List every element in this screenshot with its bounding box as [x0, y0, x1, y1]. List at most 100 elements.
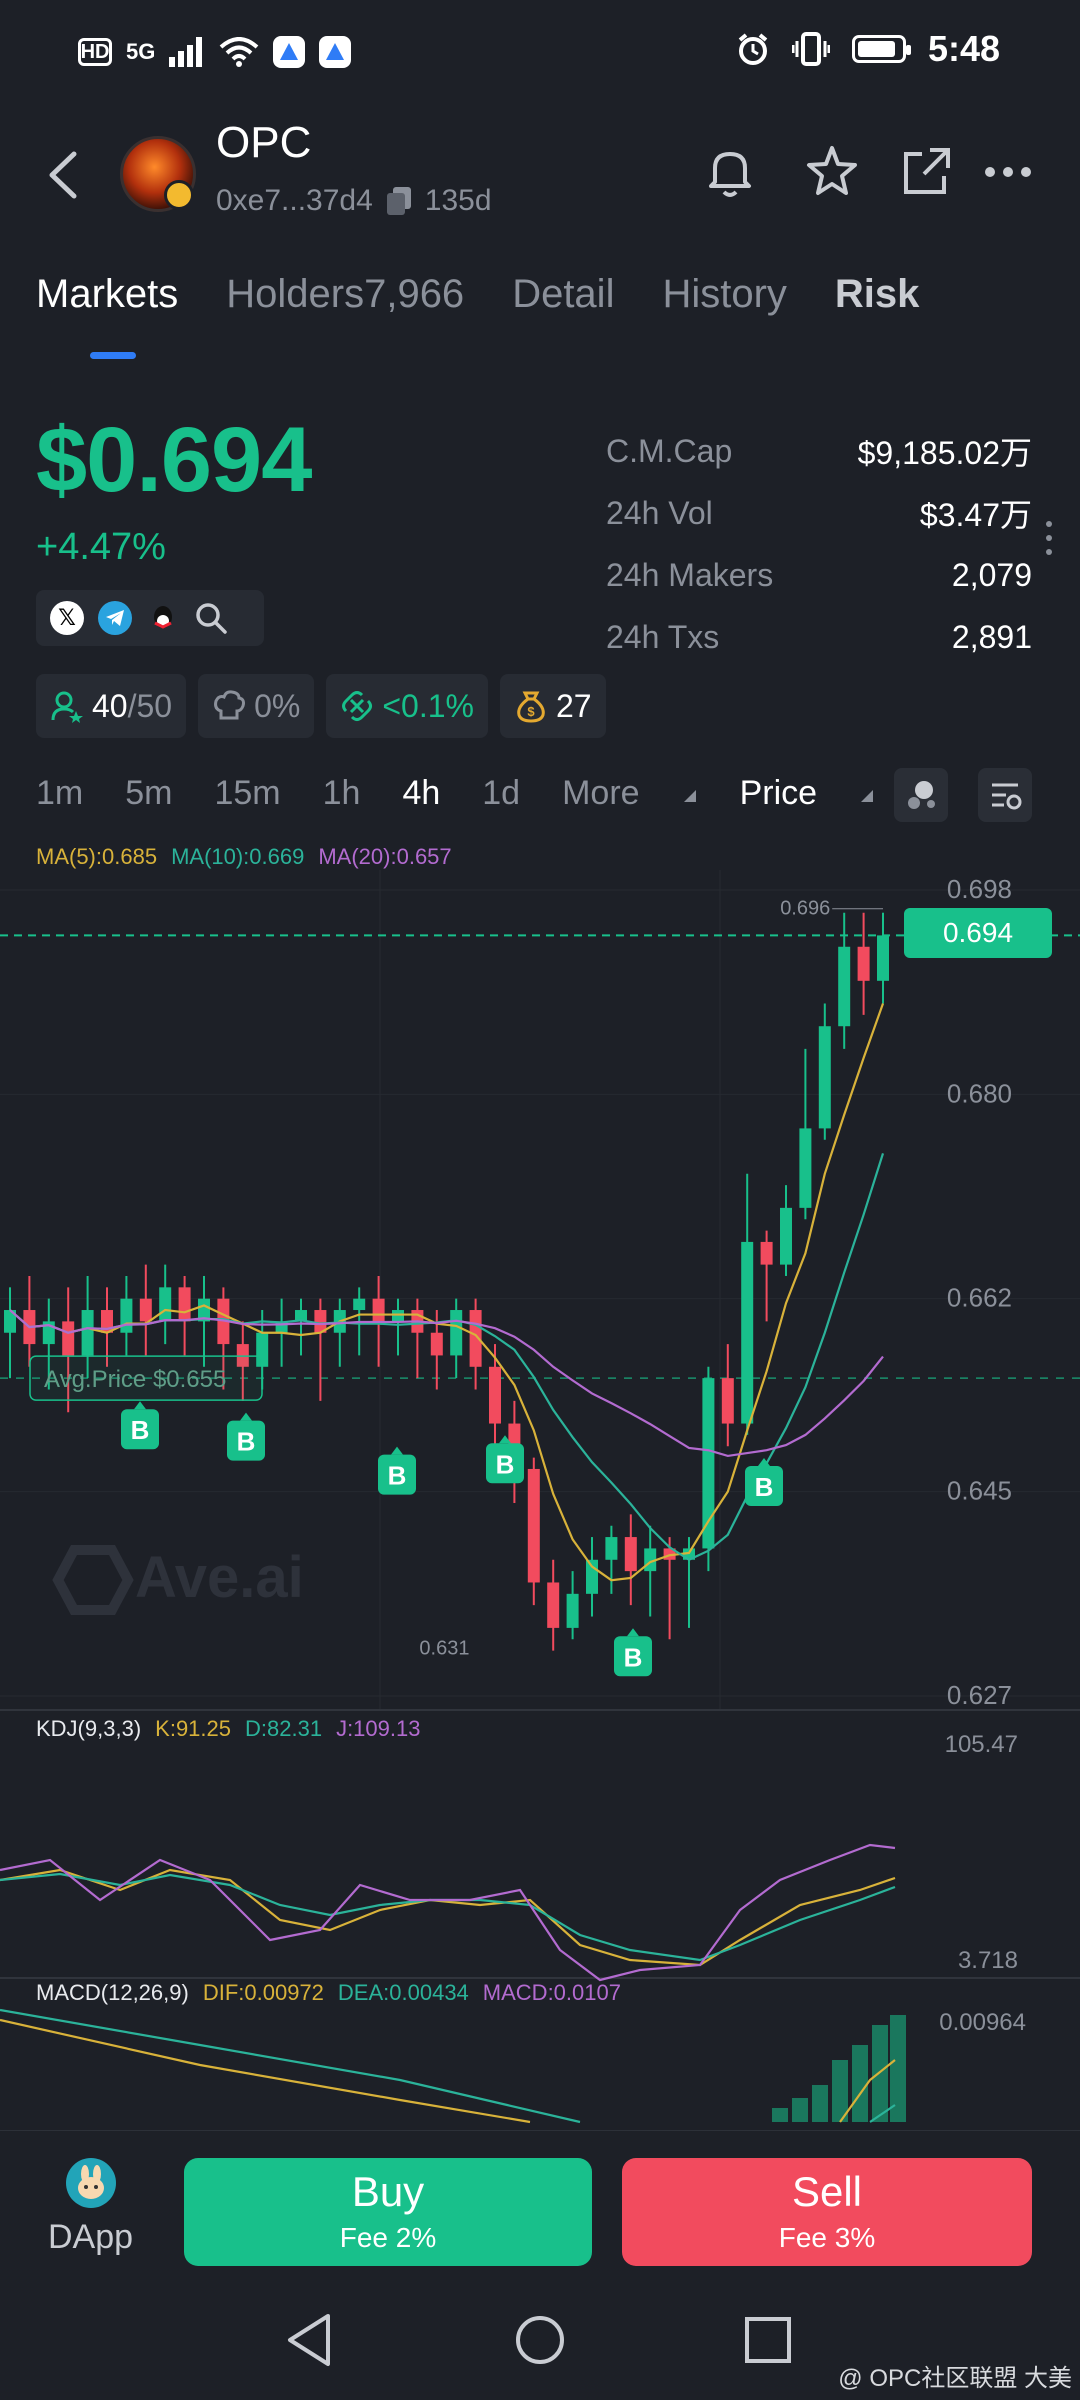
timeframe-selector: 1m 5m 15m 1h 4h 1d More Price	[36, 774, 917, 813]
nav-back-icon[interactable]	[284, 2312, 334, 2368]
indicator-tool-button[interactable]	[894, 768, 948, 822]
buy-marker-text: B	[131, 1415, 150, 1445]
price-tick-label: 0.662	[947, 1283, 1012, 1313]
buy-marker: B	[614, 1628, 652, 1677]
stat-24h-makers: 24h Makers 2,079	[606, 556, 1032, 593]
insiders-badge[interactable]: $ 27	[499, 674, 606, 738]
chart-watermark: Ave.ai	[52, 1545, 304, 1615]
kdj-tick-label: 105.47	[945, 1731, 1018, 1758]
link-chain-icon	[342, 691, 373, 721]
tf-more-dropdown[interactable]: More	[562, 774, 697, 813]
kdj-d-line	[0, 1872, 896, 1962]
candle-body	[857, 946, 870, 981]
nav-home-icon[interactable]	[514, 2314, 566, 2366]
candle-body	[120, 1298, 133, 1333]
signal-icon	[169, 37, 203, 67]
vibrate-icon	[791, 32, 830, 66]
holders-ratio-badge[interactable]: 40/50	[36, 674, 187, 738]
chart-settings-button[interactable]	[978, 768, 1032, 822]
sell-button[interactable]: Sell Fee 3%	[622, 2158, 1032, 2266]
bell-icon[interactable]	[700, 142, 760, 202]
buy-marker: B	[378, 1446, 416, 1495]
candle-body	[372, 1298, 385, 1322]
high-price-label: 0.696	[780, 898, 830, 920]
qq-icon[interactable]	[146, 601, 180, 635]
token-badges: 40/50 0% <0.1% $ 27	[36, 674, 606, 738]
kdj-j-line	[0, 1843, 896, 1982]
tab-risk[interactable]: Risk	[835, 272, 920, 317]
price-mode-dropdown[interactable]: Price	[740, 774, 875, 813]
tf-5m[interactable]: 5m	[125, 774, 172, 813]
buy-button[interactable]: Buy Fee 2%	[184, 2158, 592, 2266]
tf-15m[interactable]: 15m	[214, 774, 280, 813]
tab-markets[interactable]: Markets	[36, 272, 178, 317]
candlestick-chart[interactable]: Ave.ai 0.696 0.631 B B B B B B Avg.Price $0.65…	[0, 860, 1080, 2130]
candle-body	[353, 1298, 366, 1311]
avg-price-label: Avg.Price $0.655	[29, 1355, 263, 1401]
more-options-icon[interactable]	[980, 142, 1040, 202]
telegram-icon[interactable]	[98, 601, 132, 635]
chef-hat-icon	[214, 690, 246, 720]
buy-marker-pointer	[627, 1628, 639, 1637]
buy-markers: B B B B B B	[121, 1401, 783, 1677]
dropdown-corner-icon	[683, 790, 696, 802]
stat-24h-volume: 24h Vol $3.47万	[606, 494, 1032, 534]
token-age: 135d	[424, 184, 492, 217]
macd-histogram-bar	[792, 2098, 808, 2122]
candle-body	[547, 1582, 560, 1628]
current-price: $0.694	[36, 409, 312, 511]
price-tick-label: 0.645	[947, 1476, 1012, 1506]
candle-body	[838, 946, 851, 1027]
token-name: OPC	[216, 118, 312, 167]
buy-marker-text: B	[755, 1472, 774, 1502]
macd-legend: MACD(12,26,9) DIF:0.00972 DEA:0.00434 MA…	[36, 1980, 621, 2005]
image-watermark: @ OPC社区联盟 大美	[838, 2365, 1072, 2392]
money-bag-icon: $	[517, 691, 545, 723]
x-twitter-icon[interactable]: 𝕏	[50, 601, 84, 635]
share-icon[interactable]	[896, 142, 956, 202]
buy-marker: B	[745, 1457, 783, 1506]
star-icon[interactable]	[802, 142, 862, 202]
candle-body	[450, 1310, 463, 1356]
buy-marker-text: B	[624, 1642, 643, 1672]
back-arrow-icon[interactable]	[44, 148, 84, 202]
dapp-icon[interactable]	[66, 2158, 116, 2208]
dev-holding-badge[interactable]: 0%	[198, 674, 315, 738]
battery-icon	[851, 35, 911, 63]
kdj-legend: KDJ(9,3,3) K:91.25 D:82.31 J:109.13	[36, 1716, 421, 1741]
tf-1d[interactable]: 1d	[482, 774, 520, 813]
alarm-icon	[738, 33, 768, 65]
candle-body	[566, 1593, 579, 1628]
macd-panel: 0.00964	[0, 2008, 1026, 2124]
user-star-icon	[51, 691, 83, 723]
dapp-label[interactable]: DApp	[48, 2218, 133, 2257]
tf-4h[interactable]: 4h	[402, 774, 440, 813]
candle-body	[489, 1366, 501, 1424]
macd-histogram-bar	[812, 2085, 828, 2122]
price-tick-label: 0.680	[947, 1078, 1012, 1108]
buy-marker: B	[227, 1412, 265, 1461]
status-bar: HD 5G 5:48	[0, 0, 1080, 110]
buy-marker-text: B	[496, 1449, 515, 1479]
tab-detail[interactable]: Detail	[512, 272, 614, 317]
settings-list-icon	[992, 783, 1022, 810]
candle-body	[430, 1332, 443, 1356]
copy-icon[interactable]	[385, 185, 413, 217]
tab-holders[interactable]: Holders7,966	[226, 272, 464, 317]
bundle-badge[interactable]: <0.1%	[326, 674, 488, 738]
market-stats: C.M.Cap $9,185.02万 24h Vol $3.47万 24h Make…	[606, 420, 1032, 668]
tab-history[interactable]: History	[662, 272, 786, 317]
tf-1h[interactable]: 1h	[323, 774, 361, 813]
candle-body	[527, 1468, 540, 1583]
dropdown-corner-icon	[861, 790, 874, 802]
buy-marker-pointer	[391, 1446, 403, 1455]
drawing-tool-icon	[908, 781, 935, 809]
app-notification-icon	[273, 36, 306, 68]
buy-marker-text: B	[388, 1461, 407, 1491]
price-tick-label: 0.627	[947, 1680, 1012, 1710]
nav-recents-icon[interactable]	[744, 2316, 792, 2364]
watermark-text: Ave.ai	[135, 1545, 304, 1610]
tf-1m[interactable]: 1m	[36, 774, 83, 813]
vertical-dots-icon[interactable]	[1044, 520, 1054, 556]
search-icon[interactable]	[194, 601, 228, 635]
